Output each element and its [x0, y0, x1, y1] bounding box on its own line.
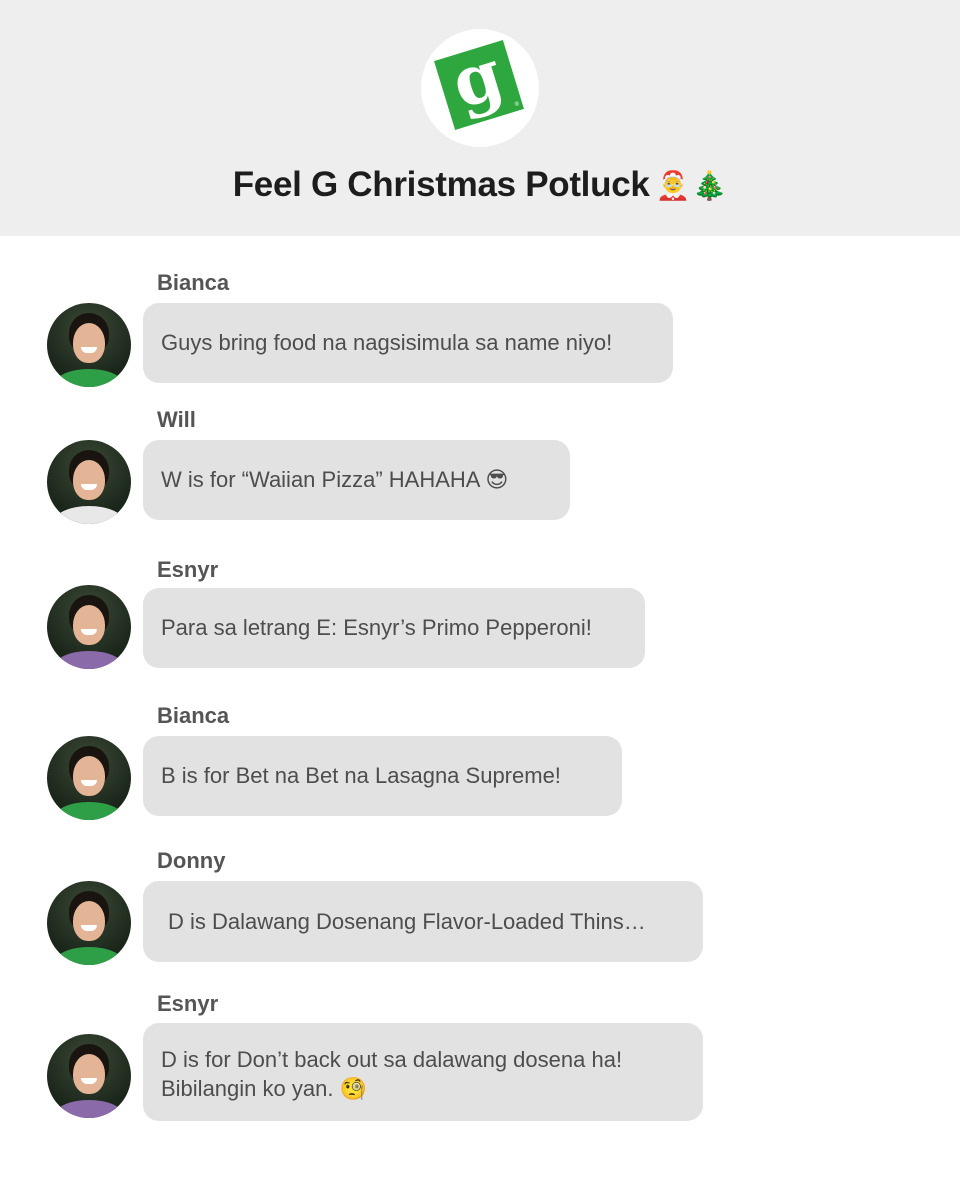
message-bubble[interactable]: D is for Don’t back out sa dalawang dose… — [143, 1023, 703, 1121]
message-bubble[interactable]: D is Dalawang Dosenang Flavor-Loaded Thi… — [143, 881, 703, 962]
sender-name: Esnyr — [157, 991, 219, 1016]
chat-header: g ® Feel G Christmas Potluck 🤶🎄 — [0, 0, 960, 236]
avatar[interactable] — [47, 1034, 131, 1118]
chat-title: Feel G Christmas Potluck — [232, 165, 650, 204]
sender-name: Esnyr — [157, 557, 219, 582]
avatar[interactable] — [47, 303, 131, 387]
message-line: Bibilangin ko yan. 🧐 — [161, 1076, 367, 1101]
sender-name: Will — [157, 407, 196, 432]
avatar[interactable] — [47, 440, 131, 524]
message-bubble[interactable]: Guys bring food na nagsisimula sa name n… — [143, 303, 673, 383]
message-line: D is for Don’t back out sa dalawang dose… — [161, 1047, 623, 1072]
message-bubble[interactable]: W is for “Waiian Pizza” HAHAHA 😎 — [143, 440, 570, 520]
christmas-tree-emoji-icon: 🎄 — [692, 169, 728, 201]
sender-name: Bianca — [157, 270, 230, 295]
message-bubble[interactable]: Para sa letrang E: Esnyr’s Primo Peppero… — [143, 588, 645, 668]
logo-letter: g — [442, 34, 512, 125]
sender-name: Bianca — [157, 703, 230, 728]
mrs-claus-emoji-icon: 🤶 — [655, 169, 691, 201]
chat-title-row: Feel G Christmas Potluck 🤶🎄 — [0, 165, 960, 215]
sender-name: Donny — [157, 848, 226, 873]
group-avatar[interactable]: g ® — [421, 29, 539, 147]
avatar[interactable] — [47, 736, 131, 820]
message-bubble[interactable]: B is for Bet na Bet na Lasagna Supreme! — [143, 736, 622, 816]
brand-logo: g ® — [434, 34, 524, 130]
avatar[interactable] — [47, 881, 131, 965]
avatar[interactable] — [47, 585, 131, 669]
